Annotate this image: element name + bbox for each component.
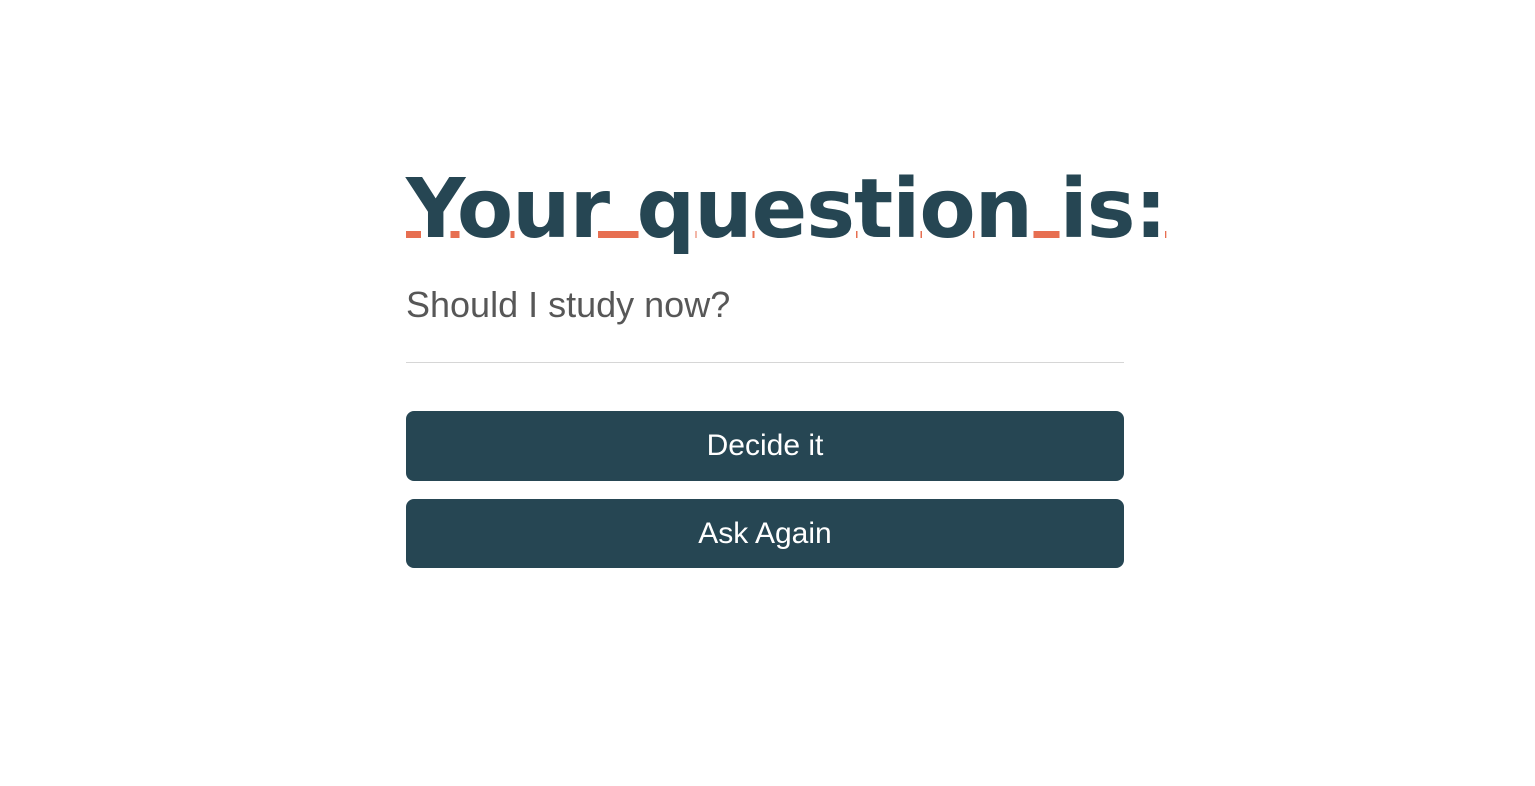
title-wrap: Your question is: bbox=[406, 160, 1167, 260]
divider bbox=[406, 362, 1124, 363]
decide-it-button[interactable]: Decide it bbox=[406, 411, 1124, 481]
ask-again-button[interactable]: Ask Again bbox=[406, 499, 1124, 568]
decision-panel: Your question is: Should I study now? De… bbox=[406, 160, 1167, 568]
page-title: Your question is: bbox=[406, 162, 1167, 257]
question-text: Should I study now? bbox=[406, 284, 731, 325]
